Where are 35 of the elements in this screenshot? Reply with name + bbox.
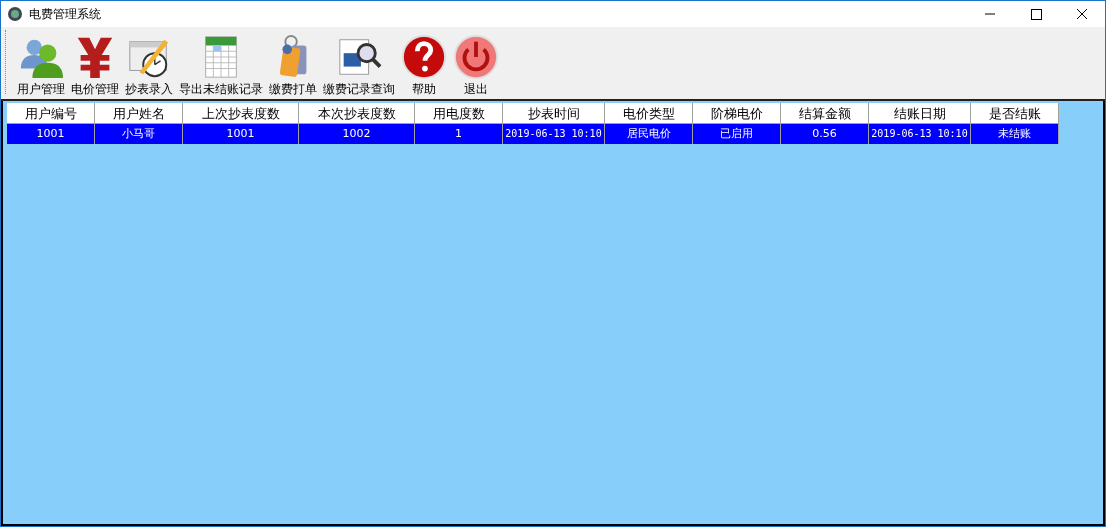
table-row[interactable]: 1001 小马哥 1001 1002 1 2019-06-13 10:10 居民电价 已启用 0.56 2019-06-13 10:10 未结账 [7,124,1103,144]
column-header[interactable]: 结算金额 [781,103,869,124]
toolbar-button[interactable]: 退出 [450,34,502,97]
table-cell: 2019-06-13 10:10 [503,124,605,144]
table-cell: 未结账 [971,124,1059,144]
column-header[interactable]: 用电度数 [415,103,503,124]
toolbar-button[interactable]: 用户管理 [14,34,68,97]
app-icon [7,6,23,22]
column-header[interactable]: 结账日期 [869,103,971,124]
power-icon [453,34,499,80]
column-header[interactable]: 用户编号 [7,103,95,124]
table-cell: 已启用 [693,124,781,144]
column-header[interactable]: 上次抄表度数 [183,103,299,124]
toolbar-button[interactable]: 帮助 [398,34,450,97]
table-cell: 小马哥 [95,124,183,144]
table-cell: 2019-06-13 10:10 [869,124,971,144]
table-cell: 0.56 [781,124,869,144]
column-header[interactable]: 本次抄表度数 [299,103,415,124]
window-title: 电费管理系统 [29,5,101,23]
table-cell: 1001 [183,124,299,144]
toolbar-button[interactable]: 电价管理 [68,34,122,97]
toolbar-button[interactable]: 缴费打单 [266,34,320,97]
table-cell: 1 [415,124,503,144]
table-cell: 1001 [7,124,95,144]
table-cell: 居民电价 [605,124,693,144]
help-icon [401,34,447,80]
table-cell: 1002 [299,124,415,144]
column-header[interactable]: 抄表时间 [503,103,605,124]
toolbar-button[interactable]: 抄表录入 [122,34,176,97]
column-header[interactable]: 用户姓名 [95,103,183,124]
column-header[interactable]: 电价类型 [605,103,693,124]
toolbar-button[interactable]: 导出未结账记录 [176,34,266,97]
toolbar-button[interactable]: 缴费记录查询 [320,34,398,97]
column-header[interactable]: 阶梯电价 [693,103,781,124]
column-header[interactable]: 是否结账 [971,103,1059,124]
